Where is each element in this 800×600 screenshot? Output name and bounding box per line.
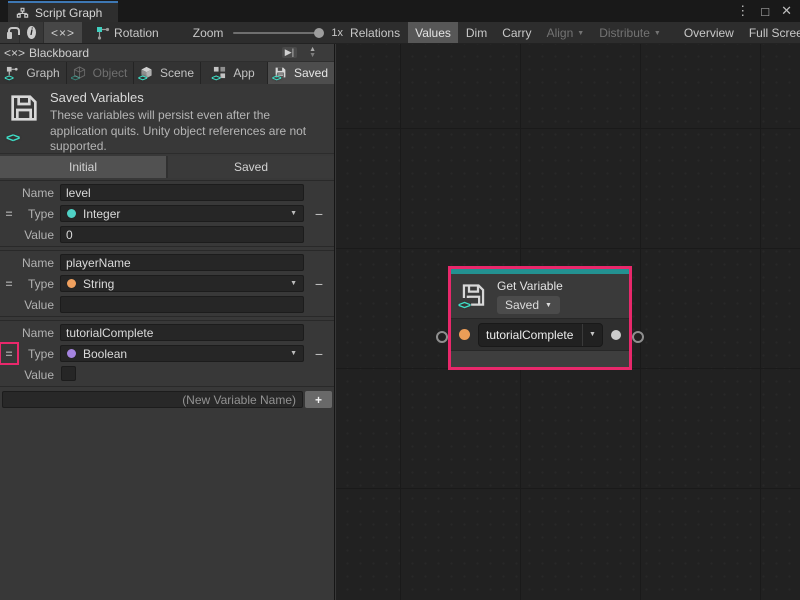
variable-row: Name = Type Integer▼ − Value xyxy=(0,180,334,247)
drag-handle-icon[interactable]: = xyxy=(1,204,17,223)
variable-name-input[interactable] xyxy=(60,254,304,271)
dock-icon[interactable]: ▶| xyxy=(282,47,297,58)
node-body: tutorialComplete ▼ xyxy=(451,318,629,350)
graph-port-left[interactable] xyxy=(436,331,448,343)
node-title: Get Variable xyxy=(497,279,563,293)
variable-row: Name = Type Boolean▼ − Value xyxy=(0,320,334,387)
app-squares-icon: <> xyxy=(213,66,228,80)
tab-app[interactable]: <> App xyxy=(201,62,267,84)
variable-name-input[interactable] xyxy=(60,184,304,201)
blackboard-header: <×> Blackboard ▶| ▲ ▼ xyxy=(0,44,334,62)
variable-value-input[interactable] xyxy=(60,296,304,313)
distribute-button: Distribute▼ xyxy=(592,22,668,43)
node-footer xyxy=(451,350,629,367)
subtab-saved[interactable]: Saved xyxy=(168,156,334,178)
remove-variable-button[interactable]: − xyxy=(309,346,329,362)
align-button: Align▼ xyxy=(540,22,592,43)
menu-icon[interactable]: ⋮ xyxy=(736,3,749,19)
add-variable-button[interactable]: + xyxy=(305,391,332,408)
get-variable-node[interactable]: <> Get Variable Saved▼ tutorialComplete … xyxy=(448,266,632,370)
graph-toolbar: i <×> Rotation Zoom 1x Relations Values … xyxy=(0,22,800,44)
variables-icon: <×> xyxy=(4,46,25,60)
graph-breadcrumb-root[interactable]: Rotation xyxy=(89,22,166,43)
scene-cube-icon: <> xyxy=(140,66,155,80)
blackboard-title: Blackboard xyxy=(29,46,278,60)
new-variable-row: + xyxy=(0,390,334,409)
blackboard-panel: <×> Blackboard ▶| ▲ ▼ <> Graph <> Object… xyxy=(0,44,335,600)
zoom-value: 1x xyxy=(331,27,343,39)
lock-button[interactable] xyxy=(0,22,19,43)
type-dropdown[interactable]: String▼ xyxy=(60,275,304,292)
saved-floppy-icon: <> xyxy=(274,66,289,80)
chevron-down-icon: ▼ xyxy=(654,30,661,37)
type-color-dot xyxy=(67,279,76,288)
variable-scope-dropdown[interactable]: Saved▼ xyxy=(497,296,560,314)
window-titlebar: Script Graph ⋮ □ ✕ xyxy=(0,0,800,22)
drag-handle-icon[interactable]: = xyxy=(1,274,17,293)
carry-button[interactable]: Carry xyxy=(495,22,538,43)
flow-graph-icon: <> xyxy=(6,66,21,80)
fullscreen-button[interactable]: Full Screen xyxy=(742,22,800,43)
saved-variable-icon: <> xyxy=(460,280,487,313)
tab-saved[interactable]: <> Saved xyxy=(268,62,334,84)
tab-graph[interactable]: <> Graph xyxy=(0,62,66,84)
saved-variables-title: Saved Variables xyxy=(50,90,326,105)
tab-object: <> Object xyxy=(67,62,133,84)
maximize-icon[interactable]: □ xyxy=(761,4,769,19)
lock-icon xyxy=(7,32,12,39)
floppy-disk-icon: <> xyxy=(8,92,40,147)
scroll-down-icon[interactable]: ▼ xyxy=(309,53,316,59)
zoom-slider-knob[interactable] xyxy=(314,28,324,38)
variable-name-input[interactable] xyxy=(60,324,304,341)
values-button[interactable]: Values xyxy=(408,22,458,43)
chevron-down-icon: ▼ xyxy=(545,302,552,309)
variable-row: Name = Type String▼ − Value xyxy=(0,250,334,317)
subtab-initial[interactable]: Initial xyxy=(0,156,166,178)
graph-port-right[interactable] xyxy=(632,331,644,343)
type-color-dot xyxy=(67,209,76,218)
type-dropdown[interactable]: Boolean▼ xyxy=(60,345,304,362)
remove-variable-button[interactable]: − xyxy=(309,206,329,222)
inspect-button[interactable]: i xyxy=(20,22,43,43)
chevron-down-icon: ▼ xyxy=(290,280,297,287)
variable-value-checkbox[interactable] xyxy=(61,366,76,381)
chevron-down-icon: ▼ xyxy=(290,350,297,357)
overview-button[interactable]: Overview xyxy=(677,22,741,43)
breadcrumb-label: Rotation xyxy=(114,26,159,40)
window-title: Script Graph xyxy=(35,6,102,20)
variable-list: Name = Type Integer▼ − Value Name = T xyxy=(0,180,334,409)
tab-script-graph[interactable]: Script Graph xyxy=(8,1,118,22)
variable-name-dropdown[interactable]: tutorialComplete ▼ xyxy=(478,323,603,347)
zoom-slider[interactable] xyxy=(233,32,321,34)
chevron-down-icon: ▼ xyxy=(290,210,297,217)
value-set-tabs: Initial Saved xyxy=(0,156,334,178)
rotation-node-icon xyxy=(96,26,110,40)
saved-variables-description: These variables will persist even after … xyxy=(50,108,326,155)
zoom-label: Zoom xyxy=(193,26,224,40)
close-icon[interactable]: ✕ xyxy=(781,3,792,19)
input-port-icon[interactable] xyxy=(459,329,470,340)
remove-variable-button[interactable]: − xyxy=(309,276,329,292)
new-variable-name-input[interactable] xyxy=(2,391,303,408)
relations-button[interactable]: Relations xyxy=(343,22,407,43)
variable-value-input[interactable] xyxy=(60,226,304,243)
type-dropdown[interactable]: Integer▼ xyxy=(60,205,304,222)
graph-hierarchy-icon xyxy=(16,6,29,19)
node-header[interactable]: <> Get Variable Saved▼ xyxy=(451,274,629,318)
tab-scene[interactable]: <> Scene xyxy=(134,62,200,84)
type-color-dot xyxy=(67,349,76,358)
drag-handle-icon-highlighted[interactable]: = xyxy=(1,344,17,363)
chevron-down-icon: ▼ xyxy=(577,30,584,37)
object-cube-icon: <> xyxy=(73,66,88,80)
output-port-icon[interactable] xyxy=(611,330,621,340)
variable-scope-tabs: <> Graph <> Object <> Scene <> App <> xyxy=(0,62,334,84)
chevron-down-icon: ▼ xyxy=(582,324,602,346)
info-icon: i xyxy=(27,26,36,39)
dim-button[interactable]: Dim xyxy=(459,22,494,43)
variables-toggle-button[interactable]: <×> xyxy=(44,22,82,43)
saved-variables-info: <> Saved Variables These variables will … xyxy=(0,84,334,154)
